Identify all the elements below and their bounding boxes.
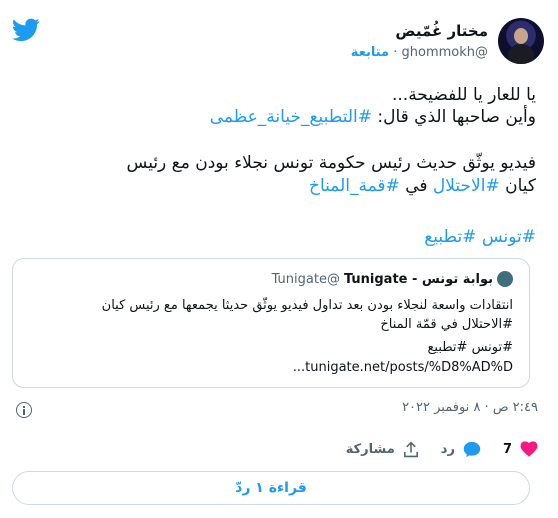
tweet-line-5: #تونس #تطبيع [16, 226, 536, 248]
quoted-author-name: بوابة تونس - Tunigate [343, 271, 493, 287]
share-label: مشاركة [345, 441, 395, 457]
like-button[interactable]: 7 [503, 441, 538, 457]
quoted-text-line-2: #الاحتلال في قمّة المناخ [380, 317, 513, 332]
author-handle-row: @ghommokh · متابعة [351, 45, 488, 60]
hashtag-link[interactable]: #قمة_المناخ [309, 176, 400, 196]
heart-icon [520, 441, 538, 457]
quoted-text-line-3: #تونس #تطبيع [427, 340, 514, 355]
quoted-text-line-1: انتقادات واسعة لنجلاء بودن بعد تداول فيد… [101, 298, 513, 313]
avatar-body [508, 44, 534, 64]
author-handle[interactable]: @ghommokh [402, 45, 489, 60]
twitter-bird-icon[interactable] [12, 18, 40, 42]
share-icon [403, 440, 418, 457]
quoted-author-handle: @Tunigate [271, 271, 340, 287]
tweet-line-3: فيديو يوثّق حديث رئيس حكومة تونس نجلاء ب… [126, 153, 536, 173]
hashtag-link[interactable]: #تونس [482, 227, 536, 247]
reply-bubble-icon [463, 441, 481, 457]
tweet-timestamp[interactable]: ٢:٤٩ ص · ٨ نوفمبر ٢٠٢٢ [402, 400, 538, 415]
tweet-card: مختار غُمّيض @ghommokh · متابعة يا للعار… [0, 0, 558, 518]
separator-dot: · [393, 45, 398, 60]
hashtag-link[interactable]: #التطبيع_خيانة_عظمى [210, 107, 372, 127]
share-button[interactable]: مشاركة [345, 440, 419, 458]
info-icon[interactable] [16, 402, 32, 418]
avatar[interactable] [498, 18, 544, 64]
hashtag-link[interactable]: #تطبيع [424, 227, 476, 247]
reply-label: رد [440, 441, 455, 457]
tweet-line-4-text: في [399, 176, 433, 196]
tweet-actions: 7 رد مشاركة [346, 438, 538, 460]
like-count: 7 [502, 441, 512, 457]
author-display-name[interactable]: مختار غُمّيض [395, 22, 488, 40]
tweet-line-1: يا للعار يا للفضيحة... [391, 85, 536, 105]
read-replies-button[interactable]: قراءة ١ ردّ [12, 471, 530, 505]
hashtag-link[interactable]: #الاحتلال [433, 176, 500, 196]
tweet-line-4: كيان #الاحتلال في #قمة_المناخ [16, 175, 536, 197]
reply-action-button[interactable]: رد [441, 441, 481, 458]
quoted-tweet-card[interactable]: بوابة تونس - Tunigate @Tunigate انتقادات… [12, 258, 530, 388]
avatar-head [514, 28, 528, 44]
quoted-tweet-header: بوابة تونس - Tunigate @Tunigate [272, 271, 513, 287]
tunigate-logo-icon [497, 271, 513, 287]
tweet-line-2-text: وأين صاحبها الذي قال: [371, 107, 536, 127]
tweet-line-2: وأين صاحبها الذي قال: #التطبيع_خيانة_عظم… [16, 106, 536, 128]
quoted-link[interactable]: tunigate.net/posts/%D8%AD%D... [23, 359, 513, 377]
tweet-line-4-text: كيان [499, 176, 536, 196]
follow-button[interactable]: متابعة [351, 45, 389, 60]
